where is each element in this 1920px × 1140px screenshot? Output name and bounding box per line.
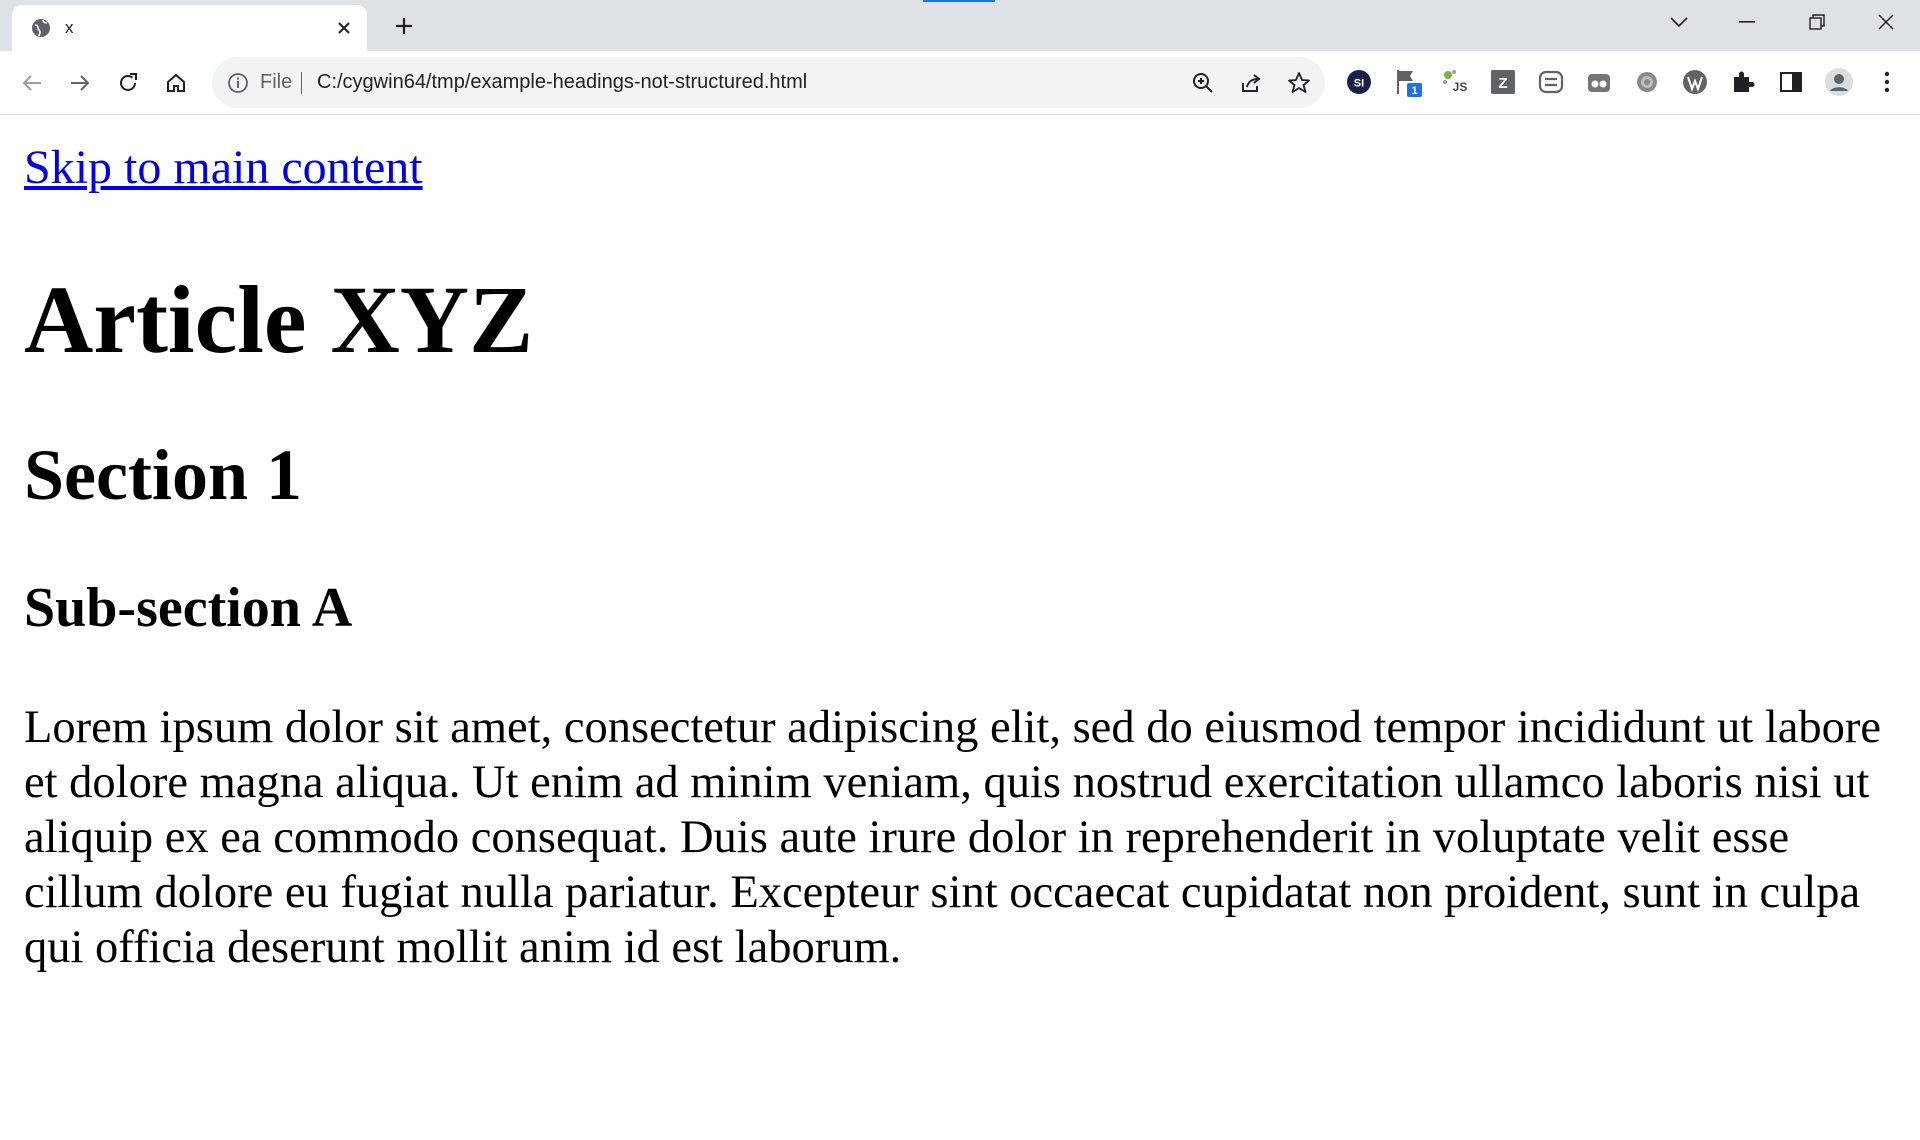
puzzle-extensions-icon[interactable]	[1726, 65, 1760, 99]
z-extension-label: Z	[1498, 75, 1507, 92]
url-separator	[301, 72, 302, 94]
heading-subsection: Sub-section A	[24, 577, 353, 639]
home-icon[interactable]	[158, 65, 194, 101]
si-extension-icon[interactable]: SI	[1342, 65, 1376, 99]
flag-extension-badge: 1	[1411, 85, 1417, 97]
info-icon[interactable]	[226, 71, 250, 95]
cog-extension-icon[interactable]	[1630, 65, 1664, 99]
page-content: Skip to main content Article XYZ Section…	[0, 114, 1920, 1140]
new-tab-button[interactable]	[388, 10, 420, 42]
url-scheme: File	[260, 71, 293, 93]
share-icon[interactable]	[1237, 69, 1265, 97]
globe-icon	[30, 17, 52, 39]
flag-extension-icon[interactable]: 1	[1390, 65, 1424, 99]
restore-icon[interactable]	[1793, 4, 1841, 40]
glasses-extension-icon[interactable]	[1582, 65, 1616, 99]
heading-section: Section 1	[24, 435, 302, 515]
skip-to-main-link[interactable]: Skip to main content	[24, 140, 423, 195]
tab-strip: x	[0, 0, 1920, 51]
zoom-icon[interactable]	[1189, 69, 1217, 97]
browser-tab[interactable]: x	[12, 5, 367, 51]
profile-avatar-icon[interactable]	[1822, 65, 1856, 99]
close-tab-icon[interactable]	[331, 15, 357, 41]
tab-title: x	[65, 18, 74, 37]
tab-search-icon[interactable]	[1655, 4, 1703, 40]
bookmark-star-icon[interactable]	[1285, 69, 1313, 97]
wordpress-extension-icon[interactable]	[1678, 65, 1712, 99]
url-text[interactable]: C:/cygwin64/tmp/example-headings-not-str…	[317, 71, 807, 94]
forward-arrow-icon[interactable]	[62, 65, 98, 101]
js-extension-icon[interactable]: JS	[1438, 65, 1472, 99]
reload-icon[interactable]	[110, 65, 146, 101]
body-paragraph: Lorem ipsum dolor sit amet, consectetur …	[24, 702, 1882, 973]
browser-toolbar: File C:/cygwin64/tmp/example-headings-no…	[0, 51, 1920, 115]
side-panel-icon[interactable]	[1774, 65, 1808, 99]
z-extension-icon[interactable]: Z	[1486, 65, 1520, 99]
heading-article: Article XYZ	[24, 266, 534, 373]
menu-kebab-icon[interactable]	[1870, 65, 1904, 99]
address-bar[interactable]: File C:/cygwin64/tmp/example-headings-no…	[212, 57, 1325, 108]
si-extension-label: SI	[1354, 78, 1364, 90]
js-extension-label: JS	[1453, 80, 1468, 94]
back-arrow-icon[interactable]	[14, 65, 50, 101]
layers-extension-icon[interactable]	[1534, 65, 1568, 99]
top-accent-bar	[923, 0, 995, 2]
minimize-icon[interactable]	[1723, 4, 1771, 40]
close-window-icon[interactable]	[1862, 4, 1910, 40]
